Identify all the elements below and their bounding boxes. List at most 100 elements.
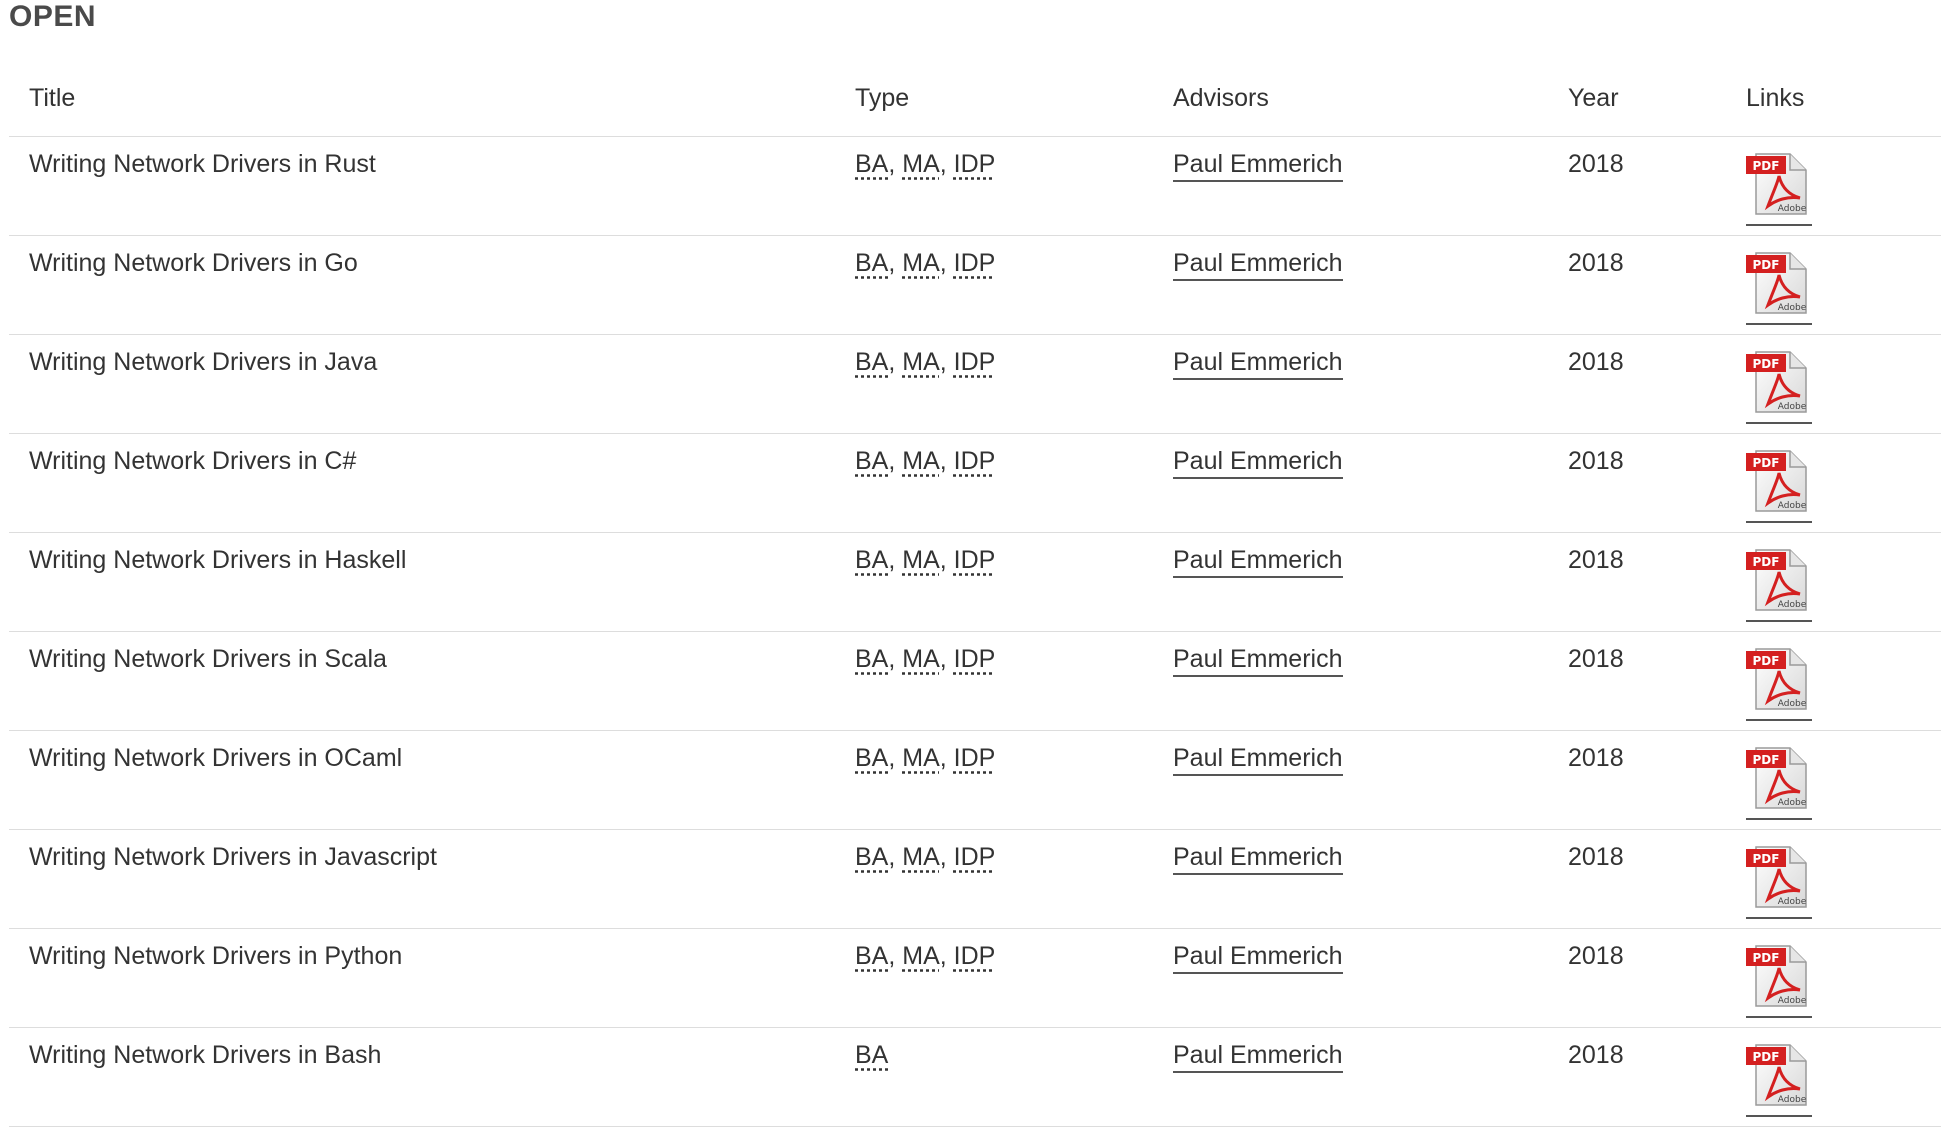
type-separator: , (939, 447, 954, 475)
table-row: Writing Network Drivers in Go BA, MA, IDP… (9, 235, 1941, 335)
thesis-type-abbr[interactable]: IDP (954, 150, 996, 178)
table-row: Writing Network Drivers in OCaml BA, MA, … (9, 730, 1941, 830)
pdf-download-link[interactable]: PDF Adobe (1746, 249, 1812, 325)
table-row: Writing Network Drivers in Scala BA, MA, … (9, 631, 1941, 731)
links-cell: PDF Adobe (1746, 1027, 1941, 1127)
pdf-icon: PDF Adobe (1746, 252, 1807, 314)
thesis-title: Writing Network Drivers in Haskell (9, 532, 855, 632)
thesis-type-abbr[interactable]: BA (855, 348, 888, 376)
thesis-type-abbr[interactable]: MA (902, 546, 940, 574)
svg-text:PDF: PDF (1753, 159, 1780, 173)
type-separator: , (888, 645, 903, 673)
thesis-type-abbr[interactable]: BA (855, 744, 888, 772)
thesis-type-abbr[interactable]: BA (855, 150, 888, 178)
thesis-type-abbr[interactable]: IDP (954, 447, 996, 475)
pdf-download-link[interactable]: PDF Adobe (1746, 843, 1812, 919)
thesis-type-abbr[interactable]: BA (855, 447, 888, 475)
pdf-download-link[interactable]: PDF Adobe (1746, 150, 1812, 226)
thesis-title: Writing Network Drivers in Javascript (9, 829, 855, 929)
thesis-type-abbr[interactable]: MA (902, 348, 940, 376)
thesis-type-cell: BA, MA, IDP (855, 928, 1173, 1028)
pdf-icon: PDF Adobe (1746, 648, 1807, 710)
pdf-download-link[interactable]: PDF Adobe (1746, 546, 1812, 622)
thesis-type-abbr[interactable]: IDP (954, 942, 996, 970)
pdf-icon: PDF Adobe (1746, 153, 1807, 215)
thesis-type-cell: BA, MA, IDP (855, 334, 1173, 434)
table-body: Writing Network Drivers in Rust BA, MA, I… (9, 136, 1941, 1127)
advisor-cell: Paul Emmerich (1173, 928, 1568, 1028)
links-cell: PDF Adobe (1746, 928, 1941, 1028)
links-cell: PDF Adobe (1746, 136, 1941, 236)
thesis-type-abbr[interactable]: IDP (954, 744, 996, 772)
advisor-cell: Paul Emmerich (1173, 235, 1568, 335)
pdf-download-link[interactable]: PDF Adobe (1746, 645, 1812, 721)
thesis-type-abbr[interactable]: BA (855, 645, 888, 673)
type-separator: , (939, 150, 954, 178)
links-cell: PDF Adobe (1746, 532, 1941, 632)
advisor-link[interactable]: Paul Emmerich (1173, 249, 1343, 281)
thesis-year: 2018 (1568, 631, 1746, 731)
thesis-type-abbr[interactable]: BA (855, 546, 888, 574)
thesis-year: 2018 (1568, 334, 1746, 434)
thesis-type-abbr[interactable]: MA (902, 744, 940, 772)
svg-text:PDF: PDF (1753, 357, 1780, 371)
table-header-row: Title Type Advisors Year Links (9, 78, 1941, 137)
thesis-type-abbr[interactable]: MA (902, 645, 940, 673)
svg-text:PDF: PDF (1753, 456, 1780, 470)
advisor-cell: Paul Emmerich (1173, 631, 1568, 731)
advisor-link[interactable]: Paul Emmerich (1173, 150, 1343, 182)
thesis-type-abbr[interactable]: MA (902, 843, 940, 871)
thesis-type-cell: BA, MA, IDP (855, 433, 1173, 533)
thesis-year: 2018 (1568, 1027, 1746, 1127)
thesis-type-abbr[interactable]: IDP (954, 249, 996, 277)
header-advisors: Advisors (1173, 78, 1568, 137)
pdf-download-link[interactable]: PDF Adobe (1746, 744, 1812, 820)
advisor-link[interactable]: Paul Emmerich (1173, 1041, 1343, 1073)
thesis-type-abbr[interactable]: IDP (954, 546, 996, 574)
thesis-type-cell: BA, MA, IDP (855, 730, 1173, 830)
pdf-download-link[interactable]: PDF Adobe (1746, 348, 1812, 424)
thesis-title: Writing Network Drivers in Bash (9, 1027, 855, 1127)
thesis-type-abbr[interactable]: BA (855, 843, 888, 871)
advisor-link[interactable]: Paul Emmerich (1173, 447, 1343, 479)
svg-text:PDF: PDF (1753, 654, 1780, 668)
thesis-type-abbr[interactable]: MA (902, 942, 940, 970)
thesis-type-abbr[interactable]: BA (855, 249, 888, 277)
svg-text:Adobe: Adobe (1778, 402, 1807, 412)
thesis-title: Writing Network Drivers in Rust (9, 136, 855, 236)
links-cell: PDF Adobe (1746, 334, 1941, 434)
pdf-download-link[interactable]: PDF Adobe (1746, 447, 1812, 523)
links-cell: PDF Adobe (1746, 631, 1941, 731)
thesis-type-abbr[interactable]: MA (902, 447, 940, 475)
advisor-link[interactable]: Paul Emmerich (1173, 744, 1343, 776)
advisor-link[interactable]: Paul Emmerich (1173, 843, 1343, 875)
header-type: Type (855, 78, 1173, 137)
thesis-year: 2018 (1568, 928, 1746, 1028)
thesis-type-abbr[interactable]: IDP (954, 645, 996, 673)
pdf-icon: PDF Adobe (1746, 945, 1807, 1007)
thesis-type-abbr[interactable]: BA (855, 942, 888, 970)
links-cell: PDF Adobe (1746, 433, 1941, 533)
advisor-cell: Paul Emmerich (1173, 829, 1568, 929)
advisor-link[interactable]: Paul Emmerich (1173, 645, 1343, 677)
thesis-type-abbr[interactable]: IDP (954, 348, 996, 376)
thesis-title: Writing Network Drivers in Python (9, 928, 855, 1028)
svg-text:Adobe: Adobe (1778, 501, 1807, 511)
thesis-type-abbr[interactable]: IDP (954, 843, 996, 871)
type-separator: , (888, 447, 903, 475)
advisor-link[interactable]: Paul Emmerich (1173, 942, 1343, 974)
table-row: Writing Network Drivers in Python BA, MA,… (9, 928, 1941, 1028)
thesis-type-abbr[interactable]: MA (902, 249, 940, 277)
thesis-type-abbr[interactable]: MA (902, 150, 940, 178)
advisor-link[interactable]: Paul Emmerich (1173, 546, 1343, 578)
advisor-link[interactable]: Paul Emmerich (1173, 348, 1343, 380)
pdf-download-link[interactable]: PDF Adobe (1746, 1041, 1812, 1117)
type-separator: , (939, 249, 954, 277)
svg-text:Adobe: Adobe (1778, 1095, 1807, 1105)
thesis-type-abbr[interactable]: BA (855, 1041, 888, 1069)
thesis-type-cell: BA, MA, IDP (855, 829, 1173, 929)
advisor-cell: Paul Emmerich (1173, 334, 1568, 434)
type-separator: , (939, 348, 954, 376)
table-row: Writing Network Drivers in Bash BA Paul Em… (9, 1027, 1941, 1127)
pdf-download-link[interactable]: PDF Adobe (1746, 942, 1812, 1018)
